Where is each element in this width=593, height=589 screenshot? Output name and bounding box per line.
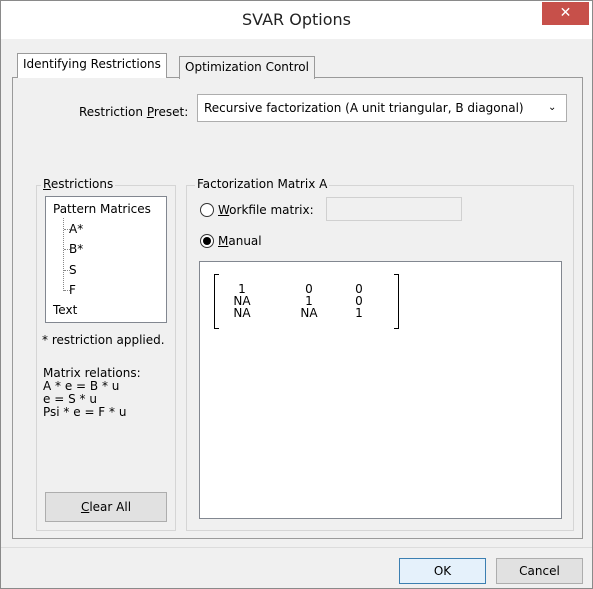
restriction-note: * restriction applied. xyxy=(42,333,165,347)
cancel-button[interactable]: Cancel xyxy=(496,558,583,584)
tab-optimization-control[interactable]: Optimization Control xyxy=(179,56,315,79)
manual-radio[interactable] xyxy=(200,234,214,248)
matrix-text-area[interactable]: 1 0 0 NA 1 0 NA NA 1 xyxy=(199,261,562,519)
chevron-down-icon[interactable]: ⌄ xyxy=(548,102,556,113)
right-bracket xyxy=(394,274,399,329)
restriction-preset-label: Restriction Preset: xyxy=(79,105,189,119)
window-title: SVAR Options xyxy=(242,10,351,29)
workfile-matrix-radio[interactable] xyxy=(200,203,214,217)
left-bracket xyxy=(214,274,219,329)
radio-selected-dot xyxy=(203,237,211,245)
matrix-relation-line: Psi * e = F * u xyxy=(43,405,127,419)
svar-options-dialog: SVAR Options ✕ Identifying Restrictions … xyxy=(0,0,593,589)
restriction-preset-value: Recursive factorization (A unit triangul… xyxy=(204,101,524,115)
matrix-cell: 1 xyxy=(355,306,363,320)
tree-item-s[interactable]: S xyxy=(69,263,77,277)
tree-item-text[interactable]: Text xyxy=(53,303,77,317)
tree-item-f[interactable]: F xyxy=(69,283,76,297)
matrix-cell: NA xyxy=(300,306,318,320)
matrix-cell: NA xyxy=(233,306,251,320)
tree-item-a[interactable]: A* xyxy=(69,222,83,236)
workfile-matrix-label[interactable]: Workfile matrix: xyxy=(218,203,314,217)
title-bar: SVAR Options ✕ xyxy=(1,1,592,39)
factorization-title: Factorization Matrix A xyxy=(195,177,330,191)
manual-label[interactable]: Manual xyxy=(218,234,262,248)
tab-identifying-restrictions[interactable]: Identifying Restrictions xyxy=(17,53,167,78)
tree-item-pattern-matrices[interactable]: Pattern Matrices xyxy=(53,202,151,216)
restrictions-title: Restrictions xyxy=(41,177,116,191)
ok-button[interactable]: OK xyxy=(399,558,486,584)
close-icon: ✕ xyxy=(559,5,572,21)
restriction-preset-select[interactable]: Recursive factorization (A unit triangul… xyxy=(197,94,567,122)
tree-item-b[interactable]: B* xyxy=(69,242,83,256)
clear-all-button[interactable]: Clear All xyxy=(45,492,167,522)
restrictions-tree[interactable]: Pattern Matrices A* B* S F Text xyxy=(45,196,167,323)
workfile-matrix-input[interactable] xyxy=(326,197,462,221)
close-button[interactable]: ✕ xyxy=(542,2,589,25)
